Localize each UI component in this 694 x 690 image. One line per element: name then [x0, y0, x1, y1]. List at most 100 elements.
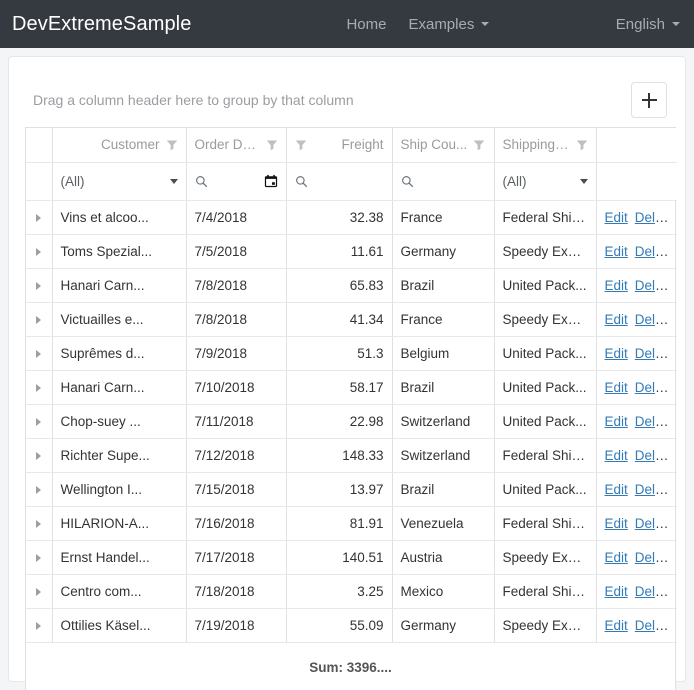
edit-link[interactable]: Edit [605, 618, 628, 633]
group-panel-hint[interactable]: Drag a column header here to group by th… [33, 92, 354, 108]
filter-icon[interactable] [576, 139, 588, 151]
edit-link[interactable]: Edit [605, 312, 628, 327]
row-expand-cell[interactable] [26, 574, 52, 608]
filter-cell-shipping[interactable]: (All) [494, 162, 596, 200]
delete-link[interactable]: Delete [635, 346, 674, 361]
chevron-right-icon[interactable] [36, 554, 41, 562]
delete-link[interactable]: Delete [635, 278, 674, 293]
row-expand-cell[interactable] [26, 608, 52, 642]
edit-link[interactable]: Edit [605, 244, 628, 259]
row-expand-cell[interactable] [26, 540, 52, 574]
cell-order-date: 7/8/2018 [186, 268, 286, 302]
table-row[interactable]: Vins et alcoo...7/4/201832.38FranceFeder… [26, 200, 677, 234]
table-row[interactable]: Ottilies Käsel...7/19/201855.09GermanySp… [26, 608, 677, 642]
filter-cell-order-date[interactable] [186, 162, 286, 200]
table-row[interactable]: Hanari Carn...7/10/201858.17BrazilUnited… [26, 370, 677, 404]
table-row[interactable]: Centro com...7/18/20183.25MexicoFederal … [26, 574, 677, 608]
chevron-right-icon[interactable] [36, 350, 41, 358]
filter-icon[interactable] [166, 139, 178, 151]
delete-link[interactable]: Delete [635, 380, 674, 395]
chevron-right-icon[interactable] [36, 282, 41, 290]
row-expand-cell[interactable] [26, 200, 52, 234]
filter-cell-freight[interactable] [286, 162, 392, 200]
delete-link[interactable]: Delete [635, 244, 674, 259]
delete-link[interactable]: Delete [635, 414, 674, 429]
chevron-right-icon[interactable] [36, 452, 41, 460]
delete-link[interactable]: Delete [635, 210, 674, 225]
edit-link[interactable]: Edit [605, 584, 628, 599]
data-grid-table: Customer Order Date [26, 128, 677, 643]
cell-ship-country: Brazil [392, 472, 494, 506]
edit-link[interactable]: Edit [605, 448, 628, 463]
row-expand-cell[interactable] [26, 404, 52, 438]
add-row-button[interactable] [631, 82, 667, 118]
edit-link[interactable]: Edit [605, 380, 628, 395]
table-row[interactable]: Richter Supe...7/12/2018148.33Switzerlan… [26, 438, 677, 472]
table-row[interactable]: Chop-suey ...7/11/201822.98SwitzerlandUn… [26, 404, 677, 438]
filter-icon[interactable] [295, 139, 307, 151]
table-row[interactable]: Ernst Handel...7/17/2018140.51AustriaSpe… [26, 540, 677, 574]
row-expand-cell[interactable] [26, 472, 52, 506]
language-selector[interactable]: English [616, 16, 680, 33]
chevron-right-icon[interactable] [36, 418, 41, 426]
cell-shipping: Speedy Expr... [494, 540, 596, 574]
delete-link[interactable]: Delete [635, 618, 674, 633]
row-expand-cell[interactable] [26, 438, 52, 472]
row-expand-cell[interactable] [26, 234, 52, 268]
calendar-icon[interactable] [264, 174, 278, 188]
shipping-filter-select[interactable]: (All) [503, 174, 588, 189]
row-expand-cell[interactable] [26, 268, 52, 302]
header-cell-shipping[interactable]: Shipping ... [494, 128, 596, 162]
chevron-right-icon[interactable] [36, 384, 41, 392]
edit-link[interactable]: Edit [605, 482, 628, 497]
row-expand-cell[interactable] [26, 506, 52, 540]
table-row[interactable]: Hanari Carn...7/8/201865.83BrazilUnited … [26, 268, 677, 302]
cell-actions: Edit Delete [596, 608, 677, 642]
table-row[interactable]: Toms Spezial...7/5/201811.61GermanySpeed… [26, 234, 677, 268]
filter-cell-customer[interactable]: (All) [52, 162, 186, 200]
cell-customer: Hanari Carn... [52, 370, 186, 404]
filter-cell-ship-country[interactable] [392, 162, 494, 200]
filter-icon[interactable] [473, 139, 485, 151]
chevron-right-icon[interactable] [36, 588, 41, 596]
row-expand-cell[interactable] [26, 302, 52, 336]
customer-filter-select[interactable]: (All) [61, 174, 178, 189]
table-row[interactable]: Suprêmes d...7/9/201851.3BelgiumUnited P… [26, 336, 677, 370]
header-cell-freight[interactable]: Freight [286, 128, 392, 162]
edit-link[interactable]: Edit [605, 414, 628, 429]
chevron-right-icon[interactable] [36, 520, 41, 528]
delete-link[interactable]: Delete [635, 516, 674, 531]
chevron-right-icon[interactable] [36, 316, 41, 324]
chevron-right-icon[interactable] [36, 214, 41, 222]
shipping-filter-value: (All) [503, 174, 527, 189]
edit-link[interactable]: Edit [605, 210, 628, 225]
cell-actions: Edit Delete [596, 506, 677, 540]
header-cell-ship-country[interactable]: Ship Cou... [392, 128, 494, 162]
table-row[interactable]: Victuailles e...7/8/201841.34FranceSpeed… [26, 302, 677, 336]
delete-link[interactable]: Delete [635, 584, 674, 599]
cell-ship-country: Belgium [392, 336, 494, 370]
nav-link-examples[interactable]: Examples [408, 16, 489, 33]
nav-link-home[interactable]: Home [346, 16, 386, 33]
delete-link[interactable]: Delete [635, 312, 674, 327]
cell-customer: Ernst Handel... [52, 540, 186, 574]
search-icon [295, 175, 308, 188]
edit-link[interactable]: Edit [605, 346, 628, 361]
header-cell-customer[interactable]: Customer [52, 128, 186, 162]
edit-link[interactable]: Edit [605, 278, 628, 293]
table-row[interactable]: HILARION-A...7/16/201881.91VenezuelaFede… [26, 506, 677, 540]
chevron-right-icon[interactable] [36, 486, 41, 494]
delete-link[interactable]: Delete [635, 482, 674, 497]
grid-header-row: Customer Order Date [26, 128, 677, 162]
row-expand-cell[interactable] [26, 370, 52, 404]
table-row[interactable]: Wellington I...7/15/201813.97BrazilUnite… [26, 472, 677, 506]
row-expand-cell[interactable] [26, 336, 52, 370]
filter-icon[interactable] [266, 139, 278, 151]
delete-link[interactable]: Delete [635, 448, 674, 463]
header-cell-order-date[interactable]: Order Date [186, 128, 286, 162]
chevron-right-icon[interactable] [36, 622, 41, 630]
delete-link[interactable]: Delete [635, 550, 674, 565]
chevron-right-icon[interactable] [36, 248, 41, 256]
edit-link[interactable]: Edit [605, 550, 628, 565]
edit-link[interactable]: Edit [605, 516, 628, 531]
